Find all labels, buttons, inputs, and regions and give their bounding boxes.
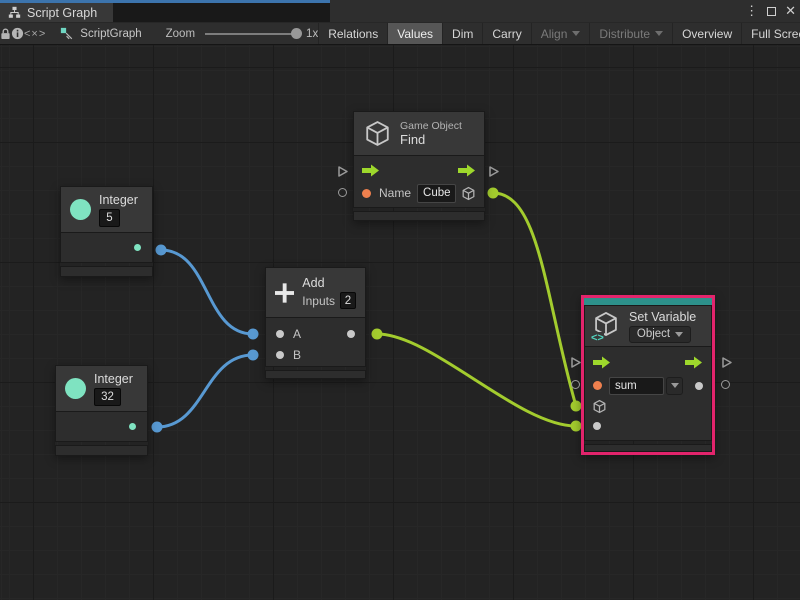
node-gameobject-find[interactable]: Game Object Find Name Cube: [353, 111, 485, 221]
wire-add-to-setvariable-value[interactable]: [377, 334, 576, 426]
name-input-port[interactable]: [362, 189, 371, 198]
node-category: Game Object: [400, 120, 462, 132]
integer-type-icon: [70, 199, 91, 220]
add-input-b-port[interactable]: [276, 351, 284, 359]
lock-icon: [0, 28, 11, 40]
add-icon: [275, 281, 294, 305]
node-title: Set Variable: [629, 310, 696, 324]
zoom-control: Zoom 1x: [166, 28, 319, 40]
zoom-slider[interactable]: [205, 33, 300, 35]
tab-script-graph[interactable]: Script Graph: [0, 3, 113, 22]
relations-button[interactable]: Relations: [318, 23, 387, 44]
node-add[interactable]: Add Inputs 2 A B: [265, 267, 366, 379]
flow-output-hint-triangle[interactable]: [721, 356, 733, 369]
align-button[interactable]: Align: [531, 23, 590, 44]
port-label: A: [293, 327, 301, 341]
node-set-variable[interactable]: <> Set Variable Object: [581, 295, 715, 455]
value-output-port[interactable]: [695, 382, 703, 390]
integer-value-input[interactable]: 5: [99, 209, 120, 227]
view-buttons: Relations Values Dim Carry Align Distrib…: [318, 23, 800, 44]
zoom-value: 1x: [306, 28, 318, 40]
value-input-hint-circle[interactable]: [571, 380, 580, 389]
integer-value-input[interactable]: 32: [94, 388, 121, 406]
flow-output-port[interactable]: [685, 356, 703, 369]
integer-output-port[interactable]: [134, 244, 141, 251]
value-input-hint-circle[interactable]: [338, 188, 347, 197]
value-input-port[interactable]: [593, 422, 601, 430]
flow-input-hint-triangle[interactable]: [570, 356, 582, 369]
variable-picker-button[interactable]: [666, 377, 683, 395]
node-title: Integer: [94, 372, 133, 386]
code-icon: <×>: [24, 28, 46, 40]
variable-name-input[interactable]: sum: [609, 377, 664, 395]
node-integer-32[interactable]: Integer 32: [55, 365, 148, 456]
wire-integer32-to-add-b[interactable]: [157, 355, 253, 427]
flow-input-hint-triangle[interactable]: [337, 165, 349, 178]
dim-button[interactable]: Dim: [442, 23, 482, 44]
inputs-label: Inputs: [302, 294, 335, 308]
overview-button[interactable]: Overview: [672, 23, 741, 44]
script-graph-asset-icon: [60, 27, 74, 41]
node-footer: [55, 445, 148, 456]
zoom-label: Zoom: [166, 28, 195, 40]
wire-integer5-to-add-a[interactable]: [161, 250, 253, 334]
code-preview-button[interactable]: <×>: [24, 23, 46, 44]
graph-name: ScriptGraph: [80, 28, 141, 40]
integer-type-icon: [65, 378, 86, 399]
distribute-button[interactable]: Distribute: [589, 23, 672, 44]
flow-output-hint-triangle[interactable]: [488, 165, 500, 178]
window-menu-icon[interactable]: ⋮: [745, 2, 758, 20]
wire-find-to-setvariable-object[interactable]: [493, 193, 576, 406]
value-output-hint-circle[interactable]: [721, 380, 730, 389]
info-icon: [11, 27, 24, 40]
node-footer: [60, 266, 153, 277]
flow-input-port[interactable]: [593, 356, 611, 369]
node-title: Find: [400, 132, 462, 147]
gameobject-output-port[interactable]: [461, 186, 476, 201]
info-button[interactable]: [11, 23, 24, 44]
maximize-icon[interactable]: [767, 7, 776, 16]
tab-title: Script Graph: [27, 6, 97, 20]
values-button[interactable]: Values: [387, 23, 442, 44]
chevron-down-icon: [671, 383, 679, 388]
variable-name-port[interactable]: [593, 381, 602, 390]
name-value-input[interactable]: Cube: [417, 184, 456, 203]
node-footer: [265, 370, 366, 379]
close-icon[interactable]: ✕: [785, 2, 796, 20]
add-input-a-port[interactable]: [276, 330, 284, 338]
port-label: B: [293, 348, 301, 362]
flow-input-port[interactable]: [362, 164, 380, 177]
tab-strip: Script Graph: [0, 0, 330, 22]
node-title: Integer: [99, 193, 138, 207]
graph-canvas[interactable]: Integer 5 Integer 32: [0, 45, 800, 600]
graph-toolbar: <×> ScriptGraph Zoom 1x Relations Value: [0, 22, 800, 45]
add-output-port[interactable]: [347, 330, 355, 338]
carry-button[interactable]: Carry: [482, 23, 530, 44]
lock-button[interactable]: [0, 23, 11, 44]
node-title: Add: [302, 276, 356, 290]
inputs-count-input[interactable]: 2: [340, 292, 356, 309]
graph-hierarchy-icon: [8, 6, 21, 19]
chevron-down-icon: [572, 31, 580, 36]
name-label: Name: [379, 186, 411, 200]
chevron-down-icon: [655, 31, 663, 36]
node-footer: [584, 444, 712, 452]
set-variable-icon: <>: [592, 310, 622, 342]
script-graph-window: Script Graph ⋮ ✕: [0, 0, 800, 600]
integer-output-port[interactable]: [129, 423, 136, 430]
game-object-icon: [363, 119, 392, 148]
graph-reference[interactable]: ScriptGraph: [60, 27, 141, 41]
gameobject-input-port[interactable]: [592, 399, 607, 414]
node-integer-5[interactable]: Integer 5: [60, 186, 153, 277]
variable-scope-dropdown[interactable]: Object: [629, 326, 691, 343]
kind-strip: [584, 298, 712, 305]
window-chrome: Script Graph ⋮ ✕: [0, 0, 800, 45]
chevron-down-icon: [675, 332, 683, 337]
flow-output-port[interactable]: [458, 164, 476, 177]
node-footer: [353, 211, 485, 221]
fullscreen-button[interactable]: Full Screen: [741, 23, 800, 44]
window-controls: ⋮ ✕: [745, 2, 796, 20]
zoom-slider-handle[interactable]: [291, 28, 302, 39]
